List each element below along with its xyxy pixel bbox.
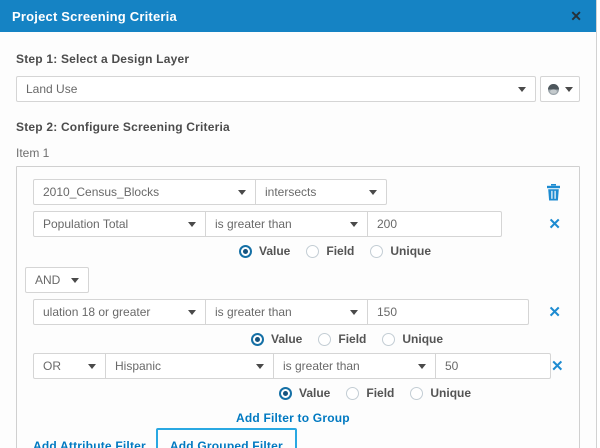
dialog-content: Step 1: Select a Design Layer Land Use S… <box>0 52 596 448</box>
filter3-field-value: Hispanic <box>115 359 162 373</box>
filter3-value-cell <box>436 354 550 378</box>
radio-unique[interactable] <box>370 244 384 258</box>
filter1-value-cell <box>368 212 501 236</box>
grouped-filter-row-1: ulation 18 or greater is greater than ✕ <box>33 299 563 325</box>
chevron-down-icon <box>88 363 96 369</box>
dialog-title: Project Screening Criteria <box>12 8 177 24</box>
radio-unique[interactable] <box>382 332 396 346</box>
radio-field[interactable] <box>346 386 360 400</box>
filter1-value-type-radios: Value Field Unique <box>239 243 563 259</box>
delete-item-button[interactable] <box>546 183 561 201</box>
filter3-operator-value: is greater than <box>283 359 360 373</box>
chevron-down-icon <box>418 363 426 369</box>
filter2-value-cell <box>368 300 528 324</box>
project-screening-criteria-dialog: Project Screening Criteria ✕ Step 1: Sel… <box>0 0 600 448</box>
filter-layer-value: 2010_Census_Blocks <box>43 185 160 199</box>
chevron-down-icon <box>238 189 246 195</box>
design-layer-select[interactable]: Land Use <box>16 76 536 102</box>
radio-value-label[interactable]: Value <box>299 386 330 400</box>
chevron-down-icon <box>188 221 196 227</box>
radio-unique-label[interactable]: Unique <box>390 244 431 258</box>
radio-field[interactable] <box>306 244 320 258</box>
radio-field-label[interactable]: Field <box>338 332 366 346</box>
filter2-operator-value: is greater than <box>215 305 292 319</box>
group-logic-row: AND <box>25 267 563 293</box>
filter2-value-type-radios: Value Field Unique <box>251 331 563 347</box>
filter-layer-select[interactable]: 2010_Census_Blocks <box>34 180 256 204</box>
filter2-field-value: ulation 18 or greater <box>43 305 151 319</box>
radio-value-selected[interactable] <box>251 332 264 346</box>
radio-unique-label[interactable]: Unique <box>430 386 471 400</box>
filter1-operator-value: is greater than <box>215 217 292 231</box>
add-filter-to-group-link[interactable]: Add Filter to Group <box>236 411 350 425</box>
trash-icon <box>546 183 561 201</box>
filter1-field-select[interactable]: Population Total <box>34 212 206 236</box>
filter3-operator-select[interactable]: is greater than <box>274 354 436 378</box>
filter3-group: OR Hispanic is greater than <box>33 353 551 379</box>
filter3-value-input[interactable] <box>436 354 550 378</box>
chevron-down-icon <box>369 189 377 195</box>
add-grouped-filter-highlight: Add Grouped Filter <box>155 428 297 448</box>
spatial-operator-value: intersects <box>265 185 317 199</box>
filter2-group: ulation 18 or greater is greater than <box>33 299 529 325</box>
filter3-logic-value: OR <box>43 359 61 373</box>
layer-operator-group: 2010_Census_Blocks intersects <box>33 179 387 205</box>
chevron-down-icon <box>518 86 526 92</box>
filter3-logic-select[interactable]: OR <box>34 354 106 378</box>
item-footer-links: Add Attribute Filter Add Grouped Filter <box>33 428 563 448</box>
chevron-down-icon <box>565 86 573 92</box>
close-icon[interactable]: ✕ <box>570 9 582 23</box>
step2-label: Step 2: Configure Screening Criteria <box>16 120 230 134</box>
layer-operator-row: 2010_Census_Blocks intersects <box>33 179 563 205</box>
radio-unique[interactable] <box>410 386 424 400</box>
layer-globe-icon <box>547 83 560 96</box>
filter3-field-select[interactable]: Hispanic <box>106 354 274 378</box>
layer-source-button[interactable] <box>540 76 580 102</box>
radio-field-label[interactable]: Field <box>366 386 394 400</box>
radio-field[interactable] <box>318 332 332 346</box>
filter1-value-input[interactable] <box>368 212 501 236</box>
x-icon: ✕ <box>548 303 561 321</box>
dialog-header: Project Screening Criteria ✕ <box>0 0 596 32</box>
step1-label: Step 1: Select a Design Layer <box>16 52 190 66</box>
remove-filter3-button[interactable]: ✕ <box>551 359 564 374</box>
item-label: Item 1 <box>16 146 50 160</box>
radio-value-label[interactable]: Value <box>271 332 302 346</box>
chevron-down-icon <box>71 277 79 283</box>
group-logic-select[interactable]: AND <box>25 267 89 293</box>
radio-field-label[interactable]: Field <box>326 244 354 258</box>
filter2-value-input[interactable] <box>368 300 528 324</box>
remove-filter2-button[interactable]: ✕ <box>548 305 561 320</box>
remove-filter1-button[interactable]: ✕ <box>548 217 561 232</box>
radio-value-label[interactable]: Value <box>259 244 290 258</box>
chevron-down-icon <box>188 309 196 315</box>
dialog-panel: Project Screening Criteria ✕ Step 1: Sel… <box>0 0 597 448</box>
filter3-value-type-radios: Value Field Unique <box>279 385 563 401</box>
chevron-down-icon <box>350 309 358 315</box>
filter2-field-select[interactable]: ulation 18 or greater <box>34 300 206 324</box>
group-logic-value: AND <box>35 273 61 287</box>
filter1-group: Population Total is greater than <box>33 211 502 237</box>
radio-value-selected[interactable] <box>279 386 292 400</box>
filter1-operator-select[interactable]: is greater than <box>206 212 368 236</box>
screening-item-box: 2010_Census_Blocks intersects Population… <box>16 166 580 448</box>
grouped-filter-row-2: OR Hispanic is greater than 50 ✕ <box>33 353 564 379</box>
spatial-operator-select[interactable]: intersects <box>256 180 386 204</box>
filter2-operator-select[interactable]: is greater than <box>206 300 368 324</box>
x-icon: ✕ <box>551 357 564 375</box>
radio-unique-label[interactable]: Unique <box>402 332 443 346</box>
x-icon: ✕ <box>548 215 561 233</box>
chevron-down-icon <box>350 221 358 227</box>
design-layer-value: Land Use <box>26 82 78 96</box>
chevron-down-icon <box>256 363 264 369</box>
add-grouped-filter-link[interactable]: Add Grouped Filter <box>170 439 283 448</box>
radio-value-selected[interactable] <box>239 244 252 258</box>
design-layer-row: Land Use <box>16 76 580 102</box>
attribute-filter-row-1: Population Total is greater than ✕ <box>33 211 563 237</box>
filter1-field-value: Population Total <box>43 217 129 231</box>
add-attribute-filter-link[interactable]: Add Attribute Filter <box>33 439 146 448</box>
